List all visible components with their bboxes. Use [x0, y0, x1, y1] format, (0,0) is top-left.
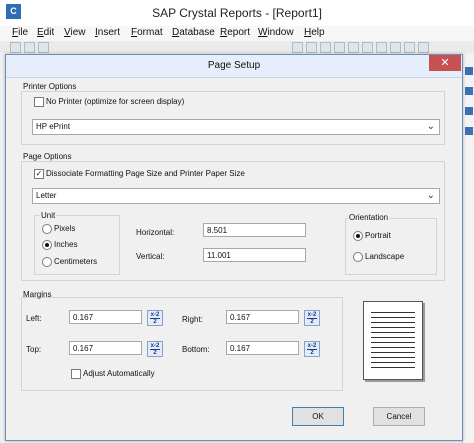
portrait-label: Portrait — [365, 231, 391, 240]
cancel-button[interactable]: Cancel — [373, 407, 425, 426]
printer-select-value: HP ePrint — [36, 122, 71, 131]
left-margin-label: Left: — [26, 314, 42, 323]
horizontal-input[interactable] — [203, 223, 306, 237]
panel-icon[interactable] — [465, 127, 473, 135]
menu-help[interactable]: Help — [304, 27, 325, 38]
vertical-label: Vertical: — [136, 252, 165, 261]
map-icon[interactable] — [376, 42, 387, 53]
page-setup-dialog: Page Setup ✕ Printer Options No Printer … — [5, 54, 463, 441]
vertical-input[interactable] — [203, 248, 306, 262]
bottom-margin-calc-button[interactable]: x-2 2 — [304, 341, 320, 357]
orientation-label: Orientation — [348, 213, 390, 222]
menu-format[interactable]: Format — [131, 27, 163, 38]
adjust-automatically-label: Adjust Automatically — [83, 369, 155, 378]
menu-window[interactable]: Window — [258, 27, 294, 38]
refresh-icon[interactable] — [348, 42, 359, 53]
menu-insert[interactable]: Insert — [95, 27, 120, 38]
field-explorer-icon[interactable] — [292, 42, 303, 53]
bottom-margin-input[interactable] — [226, 341, 299, 355]
paper-size-value: Letter — [36, 191, 57, 200]
right-margin-calc-button[interactable]: x-2 2 — [304, 310, 320, 326]
no-printer-checkbox[interactable] — [34, 97, 44, 107]
chevron-down-icon: ⌄ — [426, 190, 435, 201]
unit-inches-label: Inches — [54, 240, 78, 249]
menu-report[interactable]: Report — [220, 27, 250, 38]
panel-icon[interactable] — [465, 107, 473, 115]
left-margin-input[interactable] — [69, 310, 142, 324]
grid-icon[interactable] — [390, 42, 401, 53]
unit-pixels-label: Pixels — [54, 224, 76, 233]
open-icon[interactable] — [24, 42, 35, 53]
menu-file[interactable]: File — [12, 27, 28, 38]
menu-edit[interactable]: Edit — [37, 27, 54, 38]
app-title: SAP Crystal Reports - [Report1] — [152, 6, 322, 20]
landscape-radio[interactable] — [353, 252, 363, 262]
unit-centimeters-radio[interactable] — [42, 257, 52, 267]
bottom-margin-label: Bottom: — [182, 345, 210, 354]
app-titlebar: C SAP Crystal Reports - [Report1] — [0, 0, 474, 26]
menu-view[interactable]: View — [64, 27, 86, 38]
landscape-label: Landscape — [365, 252, 405, 261]
left-margin-calc-button[interactable]: x-2 2 — [147, 310, 163, 326]
dialog-titlebar: Page Setup ✕ — [6, 55, 462, 78]
horizontal-label: Horizontal: — [136, 228, 175, 237]
chart-icon[interactable] — [362, 42, 373, 53]
printer-options-label: Printer Options — [23, 82, 77, 91]
line-icon[interactable] — [418, 42, 429, 53]
paper-size-select[interactable]: Letter ⌄ — [32, 188, 440, 204]
margins-label: Margins — [23, 290, 52, 299]
unit-pixels-radio[interactable] — [42, 224, 52, 234]
dissociate-label: Dissociate Formatting Page Size and Prin… — [46, 169, 245, 178]
report-explorer-icon[interactable] — [306, 42, 317, 53]
repository-icon[interactable] — [320, 42, 331, 53]
unit-label: Unit — [40, 211, 57, 220]
close-button[interactable]: ✕ — [429, 55, 461, 71]
ok-button[interactable]: OK — [292, 407, 344, 426]
unit-inches-radio[interactable] — [42, 240, 52, 250]
panel-icon[interactable] — [465, 67, 473, 75]
save-icon[interactable] — [38, 42, 49, 53]
menubar: File Edit View Insert Format Database Re… — [0, 26, 474, 41]
orientation-group — [345, 218, 437, 275]
page-options-label: Page Options — [23, 152, 72, 161]
menu-database[interactable]: Database — [172, 27, 215, 38]
adjust-automatically-checkbox[interactable] — [71, 369, 81, 379]
dialog-title: Page Setup — [207, 60, 261, 71]
new-icon[interactable] — [10, 42, 21, 53]
page-preview — [363, 301, 423, 380]
toolbar — [0, 41, 474, 53]
right-margin-input[interactable] — [226, 310, 299, 324]
right-margin-label: Right: — [182, 315, 203, 324]
right-side-panel — [462, 55, 474, 443]
printer-select[interactable]: HP ePrint ⌄ — [32, 119, 440, 135]
chevron-down-icon: ⌄ — [426, 121, 435, 132]
dissociate-checkbox[interactable]: ✓ — [34, 169, 44, 179]
no-printer-label: No Printer (optimize for screen display) — [46, 97, 185, 106]
panel-icon[interactable] — [465, 87, 473, 95]
top-margin-label: Top: — [26, 345, 42, 354]
box-icon[interactable] — [404, 42, 415, 53]
top-margin-calc-button[interactable]: x-2 2 — [147, 341, 163, 357]
check-icon[interactable] — [334, 42, 345, 53]
top-margin-input[interactable] — [69, 341, 142, 355]
portrait-radio[interactable] — [353, 231, 363, 241]
unit-centimeters-label: Centimeters — [54, 257, 98, 266]
